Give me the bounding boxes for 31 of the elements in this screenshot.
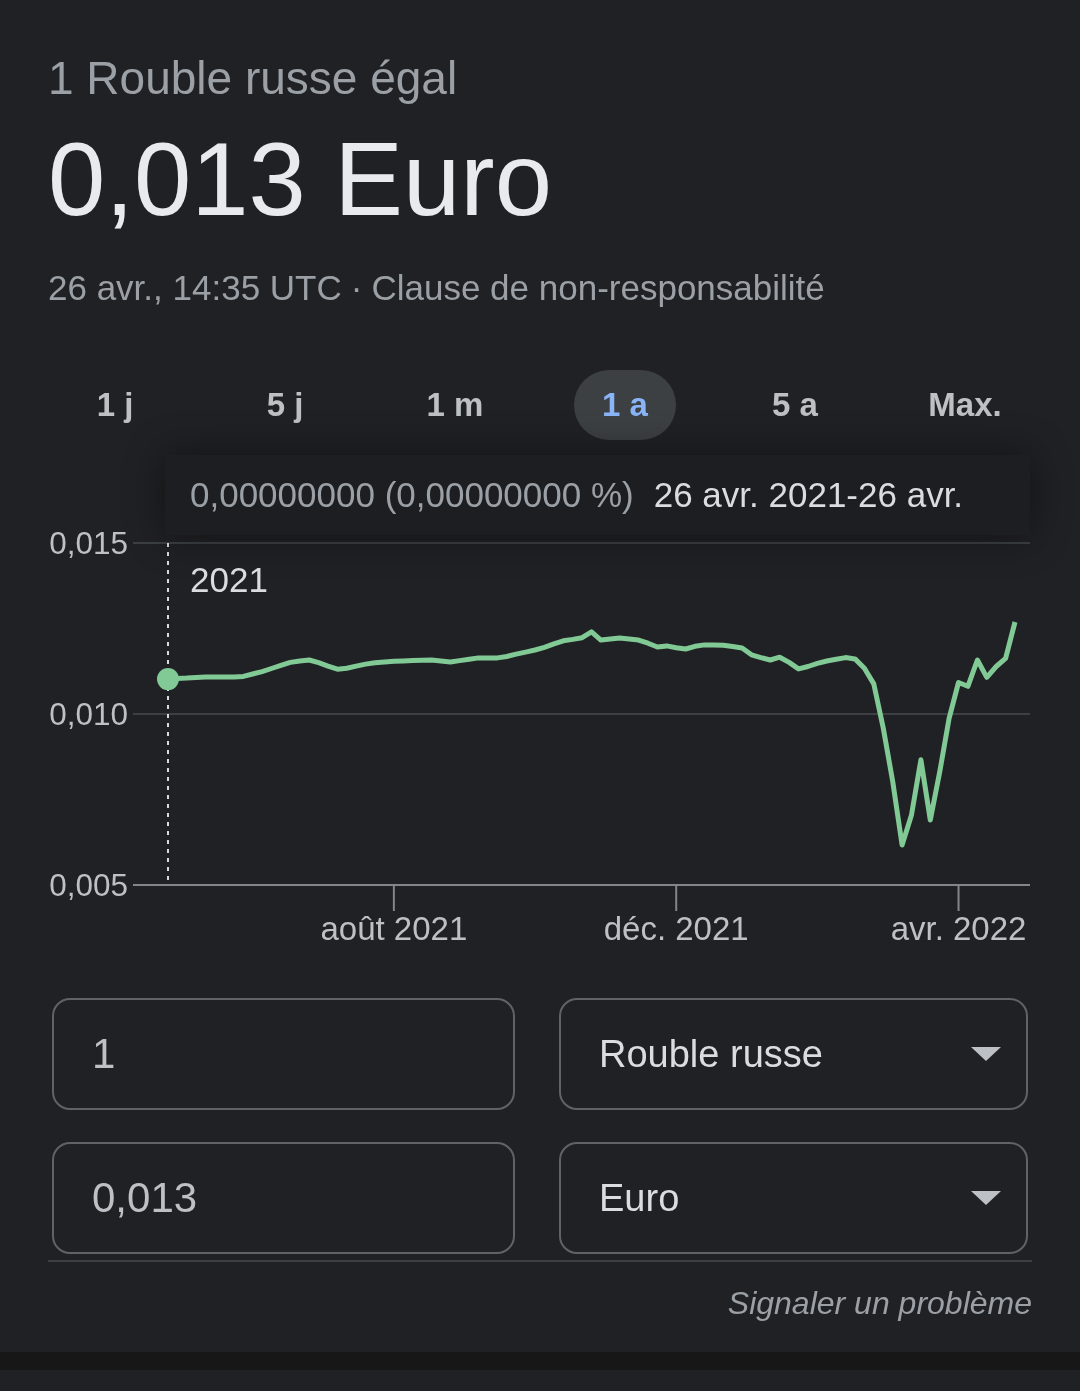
caret-icon — [971, 1047, 1001, 1061]
amount-field[interactable]: 0,013 — [52, 1142, 515, 1254]
range-tab[interactable]: 5 j — [238, 370, 332, 440]
range-tab[interactable]: 1 a — [574, 370, 676, 440]
y-axis-label: 0,010 — [49, 696, 128, 732]
x-axis-label: août 2021 — [320, 910, 468, 947]
range-tab[interactable]: 1 j — [68, 370, 162, 440]
axis-tick — [957, 884, 960, 912]
currency-dropdown[interactable]: Rouble russe — [559, 998, 1028, 1110]
price-change: 0,00000000 (0,00000000 %) — [190, 475, 634, 515]
currency-dropdown[interactable]: Euro — [559, 1142, 1028, 1254]
report-problem-link[interactable]: Signaler un problème — [727, 1283, 1032, 1323]
y-axis-label: 0,015 — [49, 525, 128, 561]
conversion-title: 1 Rouble russe égal — [48, 54, 459, 102]
x-axis-label: déc. 2021 — [603, 910, 749, 947]
hover-point — [157, 668, 179, 691]
axis-tick — [675, 884, 678, 912]
axis-tick — [392, 884, 395, 912]
range-tab[interactable]: 5 a — [744, 370, 846, 440]
x-axis-label: avr. 2022 — [890, 910, 1027, 947]
amount-field[interactable]: 1 — [52, 998, 515, 1110]
disclaimer-link[interactable]: Clause de non-responsabilité — [371, 268, 825, 308]
range-tab[interactable]: Max. — [900, 370, 1030, 440]
separator: · — [350, 268, 363, 308]
date-range: 26 avr. 2021-26 avr. — [653, 475, 964, 515]
caret-icon — [971, 1191, 1001, 1205]
y-axis-label: 0,005 — [49, 867, 128, 903]
conversion-value: 0,013 Euro — [48, 121, 553, 239]
timestamp: 26 avr., 14:35 UTC — [48, 268, 342, 308]
date-range-year: 2021 — [190, 560, 268, 600]
range-tab[interactable]: 1 m — [398, 370, 512, 440]
